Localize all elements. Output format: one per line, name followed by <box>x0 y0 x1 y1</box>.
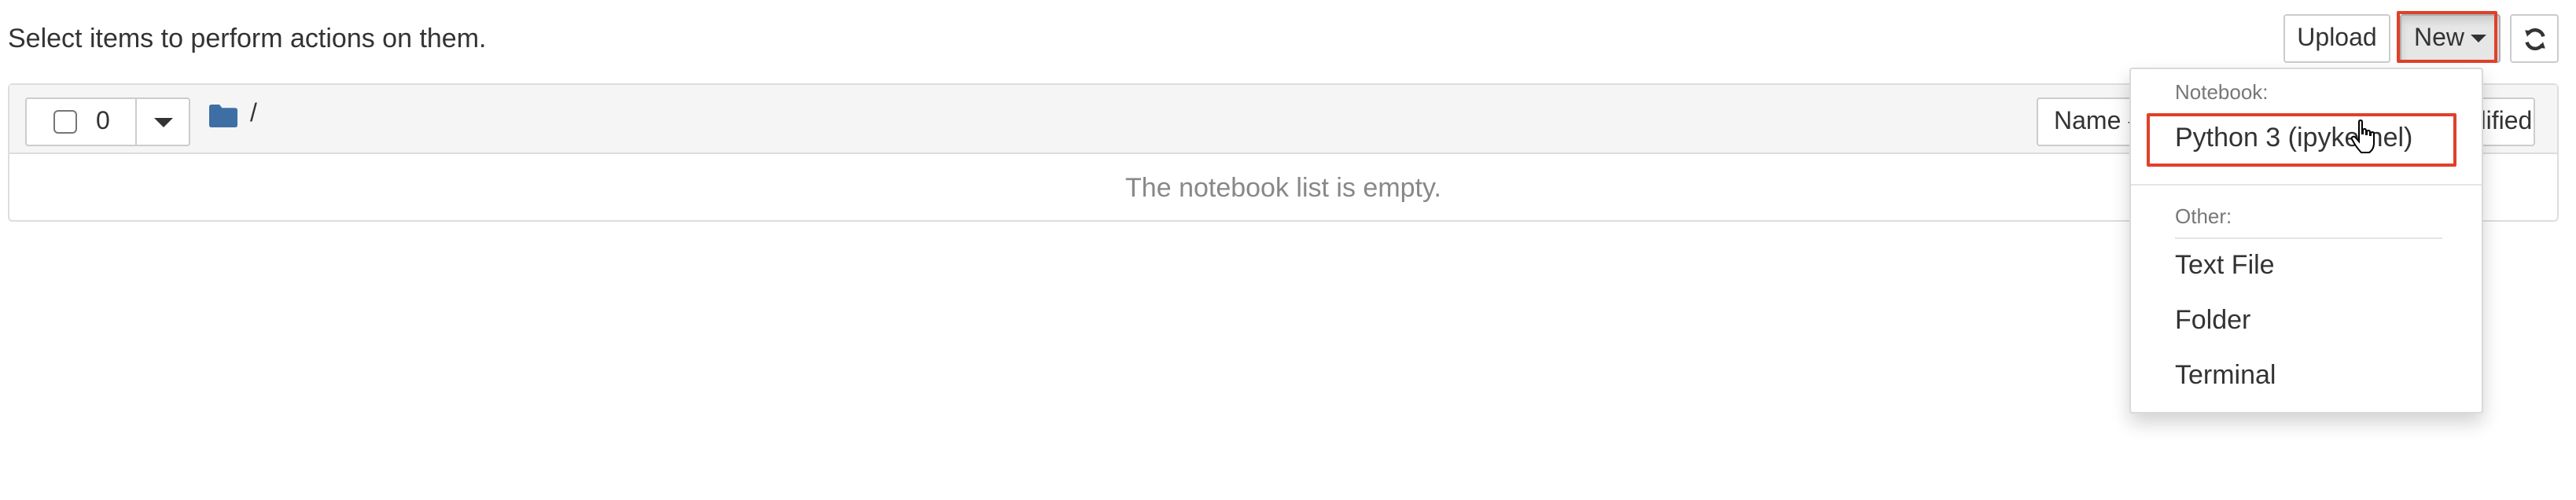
folder-icon[interactable] <box>209 103 237 127</box>
refresh-button[interactable] <box>2510 14 2559 63</box>
other-section-divider <box>2175 237 2442 239</box>
other-section-header: Other: <box>2175 204 2232 228</box>
select-menu-toggle[interactable] <box>137 97 190 146</box>
breadcrumb: / <box>209 101 257 129</box>
select-all-checkbox[interactable] <box>53 110 77 134</box>
select-all-group: 0 <box>25 97 190 146</box>
selected-count: 0 <box>96 108 110 134</box>
menu-item-terminal[interactable]: Terminal <box>2175 360 2276 392</box>
instructions-text: Select items to perform actions on them. <box>8 24 487 53</box>
select-all-button[interactable]: 0 <box>25 97 137 146</box>
new-button-highlight <box>2397 11 2497 63</box>
new-dropdown-menu: Notebook: Python 3 (ipykernel) Other: Te… <box>2129 68 2483 414</box>
menu-divider <box>2131 184 2482 186</box>
file-browser: Select items to perform actions on them.… <box>0 0 2576 500</box>
sort-by-name-label: Name <box>2054 108 2122 135</box>
python3-kernel-highlight <box>2147 113 2456 167</box>
notebook-section-header: Notebook: <box>2175 80 2269 104</box>
upload-button[interactable]: Upload <box>2283 14 2390 63</box>
refresh-icon <box>2524 28 2545 50</box>
menu-item-folder[interactable]: Folder <box>2175 305 2250 336</box>
menu-item-text-file[interactable]: Text File <box>2175 250 2275 281</box>
caret-down-icon <box>153 117 172 127</box>
hand-cursor-icon <box>2350 119 2375 153</box>
breadcrumb-root[interactable]: / <box>250 101 257 129</box>
